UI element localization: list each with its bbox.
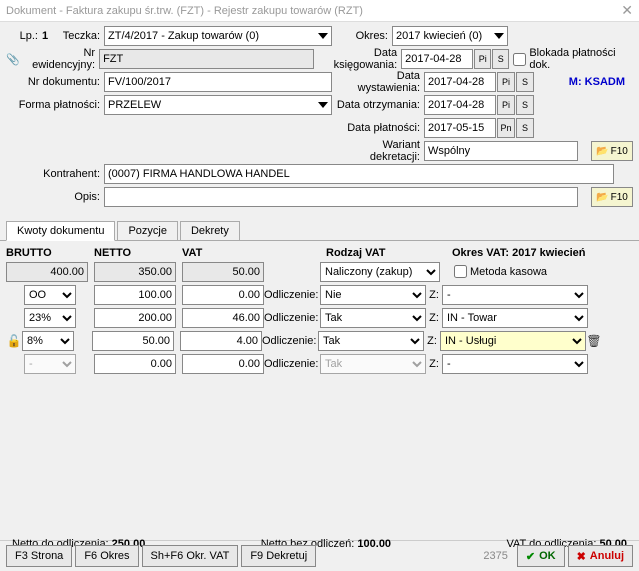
col-rodzaj-header: Rodzaj VAT [326,247,452,259]
window-title: Dokument - Faktura zakupu śr.trw. (FZT) … [6,5,621,17]
s-button-4[interactable]: S [516,118,534,138]
pi-button-3[interactable]: Pi [497,95,515,115]
wariant-input[interactable] [424,141,578,161]
netto-input-1[interactable] [94,308,176,328]
okres-vat-label: Okres VAT: [452,247,509,259]
z-label-2: Z: [424,335,440,347]
vat-input-1[interactable] [182,308,264,328]
ok-button[interactable]: OK [517,545,565,567]
pn-button[interactable]: Pn [497,118,515,138]
rate-select-3[interactable]: - [24,354,76,374]
z-label-1: Z: [426,312,442,324]
vat-input-0[interactable] [182,285,264,305]
record-number: 2375 [477,550,513,562]
folder-f10-button[interactable]: F10 [591,141,633,161]
blokada-label: Blokada płatności dok. [529,47,633,71]
pi-button-2[interactable]: Pi [497,72,515,92]
opis-label: Opis: [6,191,104,203]
data-ksieg-label: Data księgowania: [314,47,401,71]
opis-input[interactable] [104,187,578,207]
netto-input-2[interactable] [92,331,174,351]
s-button-3[interactable]: S [516,95,534,115]
okres-select[interactable]: 2017 kwiecień (0) [392,26,508,46]
nr-ewid-input [99,49,314,69]
rate-select-0[interactable]: OO [24,285,76,305]
odl-label-3: Odliczenie: [264,358,320,370]
rate-select-2[interactable]: 8% [22,331,74,351]
data-wyst-label: Data wystawienia: [332,70,424,94]
close-icon[interactable]: ✕ [621,2,633,19]
col-netto-header: NETTO [94,247,182,259]
teczka-select[interactable]: ZT/4/2017 - Zakup towarów (0) [104,26,332,46]
blokada-checkbox[interactable] [513,53,526,66]
teczka-label: Teczka: [62,30,104,42]
odl-select-2[interactable]: Tak [318,331,424,351]
netto-total [94,262,176,282]
attachment-icon[interactable]: 📎 [6,53,20,66]
odl-label-1: Odliczenie: [264,312,320,324]
netto-input-0[interactable] [94,285,176,305]
kontrahent-label: Kontrahent: [6,168,104,180]
odl-label-2: Odliczenie: [262,335,318,347]
f6-button[interactable]: F6 Okres [75,545,138,567]
data-plat-input[interactable] [424,118,496,138]
forma-label: Forma płatności: [6,99,104,111]
shf6-button[interactable]: Sh+F6 Okr. VAT [142,545,239,567]
folder-f10-button-2[interactable]: F10 [591,187,633,207]
nr-dok-label: Nr dokumentu: [6,76,104,88]
data-otrzym-input[interactable] [424,95,496,115]
brutto-total [6,262,88,282]
z-label-0: Z: [426,289,442,301]
odl-select-0[interactable]: Nie [320,285,426,305]
f9-button[interactable]: F9 Dekretuj [241,545,316,567]
z-select-2[interactable]: IN - Usługi [440,331,586,351]
wariant-label: Wariant dekretacji: [332,139,424,163]
odl-select-3: Tak [320,354,426,374]
tab-pozycje[interactable]: Pozycje [117,221,178,241]
metoda-kasowa-checkbox[interactable] [454,265,467,278]
s-button-2[interactable]: S [516,72,534,92]
data-plat-label: Data płatności: [332,122,424,134]
netto-input-3[interactable] [94,354,176,374]
col-vat-header: VAT [182,247,270,259]
tab-dekrety[interactable]: Dekrety [180,221,240,241]
f3-button[interactable]: F3 Strona [6,545,72,567]
kontrahent-input[interactable] [104,164,614,184]
data-otrzym-label: Data otrzymania: [332,99,424,111]
okres-label: Okres: [332,30,392,42]
data-ksieg-input[interactable] [401,49,473,69]
lp-label: Lp.: [6,30,42,42]
z-select-1[interactable]: IN - Towar [442,308,588,328]
trash-icon[interactable]: 🗑 [586,334,602,348]
data-wyst-input[interactable] [424,72,496,92]
vat-input-3[interactable] [182,354,264,374]
pi-button[interactable]: Pi [474,49,491,69]
tab-body: BRUTTO NETTO VAT Rodzaj VAT Okres VAT: 2… [0,240,639,540]
nr-dok-input[interactable] [104,72,332,92]
okres-vat-value: 2017 kwiecień [512,247,585,259]
tabs: Kwoty dokumentu Pozycje Dekrety [0,216,639,240]
forma-select[interactable]: PRZELEW [104,95,332,115]
rate-select-1[interactable]: 23% [24,308,76,328]
vat-input-2[interactable] [180,331,262,351]
s-button[interactable]: S [492,49,509,69]
titlebar: Dokument - Faktura zakupu śr.trw. (FZT) … [0,0,639,22]
rodzaj-vat-select[interactable]: Naliczony (zakup) [320,262,440,282]
tab-kwoty[interactable]: Kwoty dokumentu [6,221,115,241]
z-label-3: Z: [426,358,442,370]
metoda-kasowa-label: Metoda kasowa [470,266,547,278]
lock-icon[interactable]: 🔓 [6,334,22,348]
odl-label-0: Odliczenie: [264,289,320,301]
header-form: Lp.: 1 Teczka: ZT/4/2017 - Zakup towarów… [0,22,639,216]
user-label: M: KSADM [569,76,633,88]
col-brutto-header: BRUTTO [6,247,94,259]
z-select-0[interactable]: - [442,285,588,305]
lp-value: 1 [42,30,62,42]
z-select-3[interactable]: - [442,354,588,374]
vat-total [182,262,264,282]
summary-netto-bez-value: 100.00 [357,538,391,550]
odl-select-1[interactable]: Tak [320,308,426,328]
nr-ewid-label: Nr ewidencyjny: [20,47,99,71]
cancel-button[interactable]: Anuluj [568,545,633,567]
